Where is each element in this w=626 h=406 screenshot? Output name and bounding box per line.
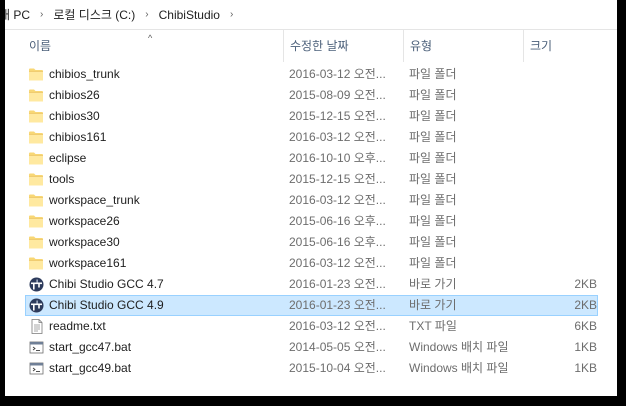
breadcrumb-item-folder[interactable]: ChibiStudio [157, 8, 222, 22]
breadcrumb-item-drive[interactable]: 로컬 디스크 (C:) [51, 6, 137, 23]
file-size: 1KB [574, 361, 597, 375]
list-item[interactable]: chibios30 2015-12-15 오전... 파일 폴더 [5, 106, 617, 127]
file-type: Windows 배치 파일 [409, 340, 509, 354]
list-item[interactable]: start_gcc49.bat 2015-10-04 오전... Windows 배… [5, 358, 617, 379]
file-name: chibios_trunk [49, 67, 120, 81]
file-size [545, 211, 597, 232]
file-name: chibios26 [49, 88, 100, 102]
file-name: eclipse [49, 151, 87, 165]
file-size [545, 64, 597, 85]
file-type: 파일 폴더 [409, 193, 457, 207]
column-header-row: 이름 수정한 날짜 유형 크기 [5, 30, 617, 62]
list-item[interactable]: Chibi Studio GCC 4.7 2016-01-23 오전... 바로 가… [5, 274, 617, 295]
file-date: 2016-03-12 오전... [289, 193, 386, 207]
list-item[interactable]: workspace26 2015-06-16 오후... 파일 폴더 [5, 211, 617, 232]
file-date: 2015-06-16 오후... [289, 235, 386, 249]
file-name: Chibi Studio GCC 4.7 [49, 277, 164, 291]
file-size [545, 169, 597, 190]
file-size: 2KB [574, 298, 597, 312]
list-item[interactable]: workspace_trunk 2016-03-12 오전... 파일 폴더 [5, 190, 617, 211]
file-type: 파일 폴더 [409, 88, 457, 102]
file-type: 파일 폴더 [409, 235, 457, 249]
breadcrumb-separator-icon[interactable]: › [222, 9, 241, 20]
file-list: chibios_trunk 2016-03-12 오전... 파일 폴더 chibio… [5, 64, 617, 379]
list-item[interactable]: workspace30 2015-06-16 오후... 파일 폴더 [5, 232, 617, 253]
file-date: 2016-03-12 오전... [289, 319, 386, 333]
file-name: chibios30 [49, 109, 100, 123]
file-type: 파일 폴더 [409, 151, 457, 165]
file-size [545, 127, 597, 148]
file-name: chibios161 [49, 130, 107, 144]
file-date: 2015-08-09 오전... [289, 88, 386, 102]
file-type: 파일 폴더 [409, 109, 457, 123]
file-type: 파일 폴더 [409, 130, 457, 144]
file-size [545, 232, 597, 253]
breadcrumb-separator-icon[interactable]: › [137, 9, 156, 20]
file-date: 2016-03-12 오전... [289, 256, 386, 270]
file-name: readme.txt [49, 319, 106, 333]
column-header-name[interactable]: 이름 [23, 30, 283, 62]
file-name: tools [49, 172, 75, 186]
file-type: 파일 폴더 [409, 67, 457, 81]
file-name: workspace_trunk [49, 193, 140, 207]
file-type: 바로 가기 [409, 277, 457, 291]
file-size: 1KB [574, 340, 597, 354]
file-type: 파일 폴더 [409, 256, 457, 270]
file-name: Chibi Studio GCC 4.9 [49, 298, 164, 312]
file-type: 파일 폴더 [409, 214, 457, 228]
sort-ascending-icon: ^ [148, 33, 153, 43]
file-size [545, 106, 597, 127]
list-item[interactable]: chibios161 2016-03-12 오전... 파일 폴더 [5, 127, 617, 148]
file-size: 6KB [574, 319, 597, 333]
file-type: 바로 가기 [409, 298, 457, 312]
list-item[interactable]: Chibi Studio GCC 4.9 2016-01-23 오전... 바로 가… [5, 295, 617, 316]
file-type: TXT 파일 [409, 319, 457, 333]
file-date: 2016-03-12 오전... [289, 130, 386, 144]
file-size [545, 85, 597, 106]
breadcrumb-item-pc[interactable]: 내 PC [5, 6, 32, 23]
column-header-size[interactable]: 크기 [523, 30, 601, 62]
file-date: 2016-01-23 오전... [289, 277, 386, 291]
file-name: workspace26 [49, 214, 120, 228]
file-size [545, 190, 597, 211]
list-item[interactable]: readme.txt 2016-03-12 오전... TXT 파일 6KB [5, 316, 617, 337]
column-header-type[interactable]: 유형 [403, 30, 523, 62]
file-date: 2015-12-15 오전... [289, 109, 386, 123]
file-date: 2014-05-05 오전... [289, 340, 386, 354]
file-type: Windows 배치 파일 [409, 361, 509, 375]
list-item[interactable]: tools 2015-12-15 오전... 파일 폴더 [5, 169, 617, 190]
file-date: 2016-01-23 오전... [289, 298, 386, 312]
file-size: 2KB [574, 277, 597, 291]
file-date: 2015-06-16 오후... [289, 214, 386, 228]
file-size [545, 148, 597, 169]
list-item[interactable]: chibios_trunk 2016-03-12 오전... 파일 폴더 [5, 64, 617, 85]
breadcrumb[interactable]: 내 PC › 로컬 디스크 (C:) › ChibiStudio › [5, 0, 617, 30]
list-item[interactable]: start_gcc47.bat 2014-05-05 오전... Windows 배… [5, 337, 617, 358]
file-size [545, 253, 597, 274]
list-item[interactable]: workspace161 2016-03-12 오전... 파일 폴더 [5, 253, 617, 274]
column-header-date[interactable]: 수정한 날짜 [283, 30, 403, 62]
file-name: start_gcc47.bat [49, 340, 132, 354]
file-name: start_gcc49.bat [49, 361, 132, 375]
file-date: 2016-10-10 오후... [289, 151, 386, 165]
file-date: 2015-10-04 오전... [289, 361, 386, 375]
file-name: workspace30 [49, 235, 120, 249]
list-item[interactable]: eclipse 2016-10-10 오후... 파일 폴더 [5, 148, 617, 169]
list-item[interactable]: chibios26 2015-08-09 오전... 파일 폴더 [5, 85, 617, 106]
file-type: 파일 폴더 [409, 172, 457, 186]
file-date: 2016-03-12 오전... [289, 67, 386, 81]
breadcrumb-separator-icon[interactable]: › [32, 9, 51, 20]
file-date: 2015-12-15 오전... [289, 172, 386, 186]
file-name: workspace161 [49, 256, 127, 270]
file-explorer-window: 내 PC › 로컬 디스크 (C:) › ChibiStudio › 이름 수정… [5, 0, 617, 396]
